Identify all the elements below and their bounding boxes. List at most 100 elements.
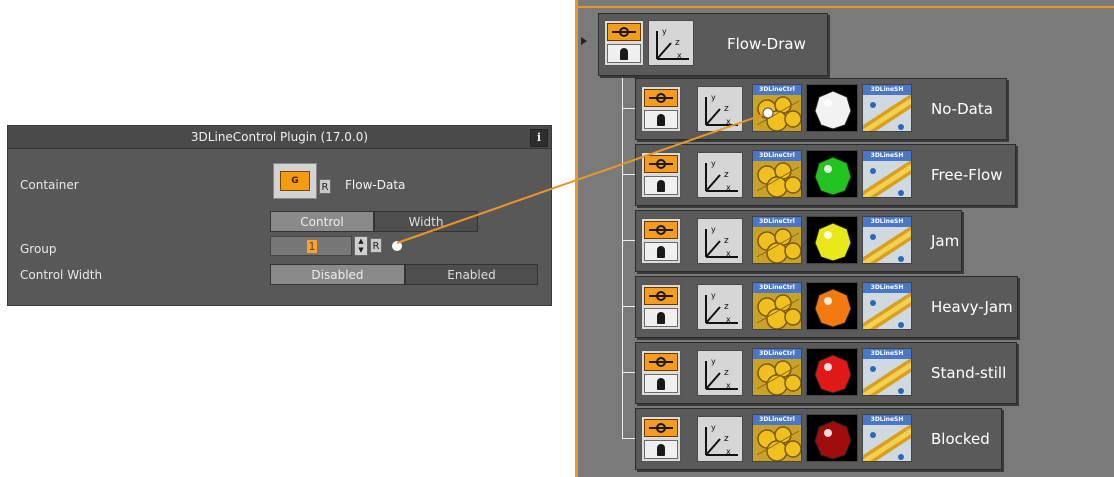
axis-transform-icon: yzx	[697, 350, 743, 396]
container-blocked[interactable]: y z x 3DLineCtrl 3DLineSH Blocked	[635, 408, 1002, 470]
svg-text:y: y	[711, 93, 716, 102]
svg-text:y: y	[711, 423, 716, 432]
shader-caption: 3DLineSH	[863, 283, 911, 293]
group-reset-button[interactable]: R	[370, 238, 382, 253]
control-pin-icon	[641, 350, 681, 396]
container-value: Flow-Data	[345, 178, 406, 192]
plugin-editor-panel: 3DLineControl Plugin (17.0.0) i Containe…	[7, 125, 552, 306]
svg-text:z: z	[724, 368, 729, 378]
control-pin-icon	[641, 284, 681, 330]
shader-caption: 3DLineSH	[863, 415, 911, 425]
3dlinesh-shader-icon[interactable]: 3DLineSH	[862, 348, 912, 396]
3dlinectrl-plugin-icon[interactable]: 3DLineCtrl	[752, 282, 802, 330]
3dlinectrl-plugin-icon[interactable]: 3DLineCtrl	[752, 84, 802, 132]
material-sphere-icon[interactable]	[806, 414, 858, 462]
svg-text:y: y	[711, 357, 716, 366]
3dlinesh-shader-icon[interactable]: 3DLineSH	[862, 216, 912, 264]
3dlinectrl-plugin-icon[interactable]: 3DLineCtrl	[752, 348, 802, 396]
axis-transform-icon: yzx	[648, 20, 694, 66]
container-icon[interactable]: G	[273, 163, 317, 199]
collapse-caret-icon[interactable]	[581, 37, 587, 45]
group-spinner-icon[interactable]: ▲ ▼	[354, 236, 368, 256]
axis-transform-icon: yzx	[697, 152, 743, 198]
group-number-input[interactable]: 1	[270, 236, 352, 256]
scene-tree: yzx Flow-Draw y z x 3DLineCtrl 3DLineSH No-Da…	[575, 0, 1114, 477]
tab-width[interactable]: Width	[374, 211, 478, 232]
svg-text:x: x	[726, 447, 731, 456]
container-label-heavy-jam: Heavy-Jam	[931, 298, 1013, 316]
3dlinectrl-plugin-icon[interactable]: 3DLineCtrl	[752, 150, 802, 198]
control-pin-icon	[641, 416, 681, 462]
svg-text:x: x	[726, 315, 731, 324]
container-stand-still[interactable]: y z x 3DLineCtrl 3DLineSH Stand-still	[635, 342, 1017, 404]
svg-text:z: z	[724, 104, 729, 114]
material-sphere-icon[interactable]	[806, 348, 858, 396]
svg-text:z: z	[724, 302, 729, 312]
plugin-caption: 3DLineCtrl	[753, 85, 801, 95]
info-button[interactable]: i	[530, 129, 548, 147]
svg-text:x: x	[726, 381, 731, 390]
svg-text:z: z	[675, 38, 680, 48]
plugin-caption: 3DLineCtrl	[753, 217, 801, 227]
control-pin-icon	[604, 20, 644, 66]
svg-text:z: z	[724, 236, 729, 246]
control-width-disabled-button[interactable]: Disabled	[270, 264, 405, 285]
container-label-blocked: Blocked	[931, 430, 990, 448]
container-label-flow-draw: Flow-Draw	[727, 35, 806, 53]
container-heavy-jam[interactable]: y z x 3DLineCtrl 3DLineSH Heavy-Jam	[635, 276, 1018, 338]
3dlinesh-shader-icon[interactable]: 3DLineSH	[862, 150, 912, 198]
material-sphere-icon[interactable]	[806, 282, 858, 330]
plugin-caption: 3DLineCtrl	[753, 349, 801, 359]
container-flow-draw[interactable]: yzx Flow-Draw	[598, 13, 828, 76]
control-pin-icon	[641, 86, 681, 132]
svg-text:y: y	[711, 291, 716, 300]
shader-caption: 3DLineSH	[863, 217, 911, 227]
3dlinectrl-plugin-icon[interactable]: 3DLineCtrl	[752, 216, 802, 264]
plugin-title-bar: 3DLineControl Plugin (17.0.0) i	[8, 126, 551, 149]
svg-text:x: x	[726, 117, 731, 126]
control-pin-icon	[641, 218, 681, 264]
svg-text:y: y	[711, 225, 716, 234]
tree-line	[622, 78, 623, 438]
container-no-data[interactable]: y z x 3DLineCtrl 3DLineSH No-Data	[635, 78, 1007, 140]
scene-top-border	[578, 6, 1114, 8]
svg-text:z: z	[724, 170, 729, 180]
container-label: Container	[20, 178, 79, 192]
material-sphere-icon[interactable]	[806, 84, 858, 132]
container-jam[interactable]: y z x 3DLineCtrl 3DLineSH Jam	[635, 210, 962, 272]
3dlinesh-shader-icon[interactable]: 3DLineSH	[862, 414, 912, 462]
svg-text:x: x	[726, 183, 731, 192]
plugin-caption: 3DLineCtrl	[753, 415, 801, 425]
tab-control[interactable]: Control	[270, 211, 374, 232]
3dlinectrl-plugin-icon[interactable]: 3DLineCtrl	[752, 414, 802, 462]
shader-caption: 3DLineSH	[863, 85, 911, 95]
axis-transform-icon: yzx	[697, 416, 743, 462]
container-label-stand-still: Stand-still	[931, 364, 1007, 382]
group-label: Group	[20, 242, 57, 256]
3dlinesh-shader-icon[interactable]: 3DLineSH	[862, 282, 912, 330]
svg-text:y: y	[711, 159, 716, 168]
svg-text:y: y	[662, 27, 667, 36]
material-sphere-icon[interactable]	[806, 150, 858, 198]
axis-transform-icon: yzx	[697, 86, 743, 132]
axis-transform-icon: yzx	[697, 284, 743, 330]
plugin-title: 3DLineControl Plugin (17.0.0)	[190, 130, 369, 144]
shader-caption: 3DLineSH	[863, 349, 911, 359]
control-width-label: Control Width	[20, 268, 103, 282]
svg-text:x: x	[726, 249, 731, 258]
axis-transform-icon: yzx	[697, 218, 743, 264]
group-link-handle[interactable]	[392, 241, 402, 251]
container-free-flow[interactable]: y z x 3DLineCtrl 3DLineSH Free-Flow	[635, 144, 1016, 206]
3dlinesh-shader-icon[interactable]: 3DLineSH	[862, 84, 912, 132]
container-label-free-flow: Free-Flow	[931, 166, 1003, 184]
container-reset-button[interactable]: R	[319, 179, 331, 194]
svg-text:x: x	[677, 51, 682, 60]
control-width-enabled-button[interactable]: Enabled	[405, 264, 538, 285]
plugin-caption: 3DLineCtrl	[753, 151, 801, 161]
container-label-jam: Jam	[931, 232, 960, 250]
container-group-icon: G	[280, 171, 310, 191]
svg-text:z: z	[724, 434, 729, 444]
material-sphere-icon[interactable]	[806, 216, 858, 264]
plugin-caption: 3DLineCtrl	[753, 283, 801, 293]
container-label-no-data: No-Data	[931, 100, 993, 118]
